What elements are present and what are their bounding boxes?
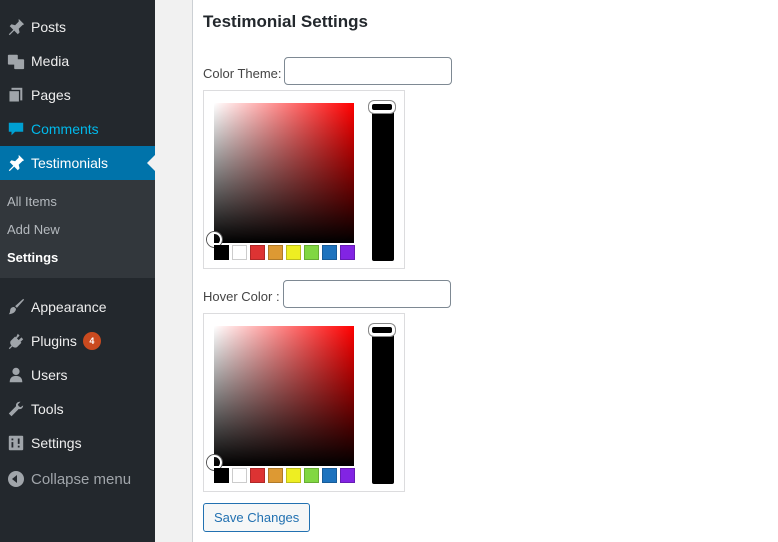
settings-icon <box>0 426 31 460</box>
swatch-white[interactable] <box>232 468 247 483</box>
submenu-item-settings[interactable]: Settings <box>7 250 58 265</box>
menu-label: Plugins <box>31 333 77 349</box>
swatch-green[interactable] <box>304 245 319 260</box>
swatch-black[interactable] <box>214 468 229 483</box>
paintbrush-icon <box>0 290 31 324</box>
media-icon <box>0 44 31 78</box>
swatch-black[interactable] <box>214 245 229 260</box>
swatch-green[interactable] <box>304 468 319 483</box>
swatch-orange[interactable] <box>268 468 283 483</box>
menu-item-testimonials[interactable]: Testimonials <box>0 146 155 180</box>
collapse-icon <box>0 462 31 496</box>
swatch-purple[interactable] <box>340 468 355 483</box>
plugin-icon <box>0 324 31 358</box>
swatch-blue[interactable] <box>322 245 337 260</box>
swatch-red[interactable] <box>250 245 265 260</box>
menu-item-tools[interactable]: Tools <box>0 392 155 426</box>
swatch-blue[interactable] <box>322 468 337 483</box>
menu-label: Appearance <box>31 299 107 315</box>
menu-label: Comments <box>31 121 99 137</box>
submenu-item-all-items[interactable]: All Items <box>7 194 57 209</box>
comment-icon <box>0 112 31 146</box>
color-theme-picker[interactable] <box>203 90 405 269</box>
wrench-icon <box>0 392 31 426</box>
menu-item-pages[interactable]: Pages <box>0 78 155 112</box>
pin-icon <box>0 146 31 180</box>
hue-slider[interactable] <box>372 103 394 261</box>
menu-item-posts[interactable]: Posts <box>0 10 155 44</box>
submenu-item-add-new[interactable]: Add New <box>7 222 60 237</box>
color-theme-label: Color Theme: <box>203 66 282 81</box>
swatch-purple[interactable] <box>340 245 355 260</box>
menu-item-plugins[interactable]: Plugins 4 <box>0 324 155 358</box>
menu-label: Testimonials <box>31 155 109 171</box>
menu-item-appearance[interactable]: Appearance <box>0 290 155 324</box>
hue-slider-handle[interactable] <box>369 101 395 113</box>
hue-slider-handle[interactable] <box>369 324 395 336</box>
menu-label: Users <box>31 367 68 383</box>
menu-item-users[interactable]: Users <box>0 358 155 392</box>
menu-label: Settings <box>31 435 82 451</box>
collapse-label: Collapse menu <box>31 470 132 488</box>
menu-label: Media <box>31 53 70 69</box>
save-changes-button[interactable]: Save Changes <box>203 503 311 532</box>
menu-item-settings[interactable]: Settings <box>0 426 155 460</box>
swatch-yellow[interactable] <box>286 245 301 260</box>
menu-label: Pages <box>31 87 71 103</box>
palette-swatches <box>214 468 355 483</box>
testimonials-submenu: All Items Add New Settings <box>0 180 155 278</box>
users-icon <box>0 358 31 392</box>
pages-icon <box>0 78 31 112</box>
menu-label: Posts <box>31 19 67 35</box>
hue-slider[interactable] <box>372 326 394 484</box>
swatch-yellow[interactable] <box>286 468 301 483</box>
page-title: Testimonial Settings <box>203 12 368 31</box>
saturation-area[interactable] <box>214 103 354 243</box>
swatch-red[interactable] <box>250 468 265 483</box>
hover-color-picker[interactable] <box>203 313 405 492</box>
color-theme-input[interactable] <box>284 57 452 85</box>
update-count-badge: 4 <box>82 332 101 350</box>
menu-item-comments[interactable]: Comments <box>0 112 155 146</box>
menu-item-media[interactable]: Media <box>0 44 155 78</box>
pin-icon <box>0 10 31 44</box>
collapse-menu-button[interactable]: Collapse menu <box>0 462 155 496</box>
swatch-orange[interactable] <box>268 245 283 260</box>
hover-color-input[interactable] <box>283 280 451 308</box>
saturation-area[interactable] <box>214 326 354 466</box>
menu-label: Tools <box>31 401 64 417</box>
admin-sidebar: Posts Media Pages Comments Testimonials … <box>0 0 155 542</box>
palette-swatches <box>214 245 355 260</box>
swatch-white[interactable] <box>232 245 247 260</box>
hover-color-label: Hover Color : <box>203 289 280 304</box>
